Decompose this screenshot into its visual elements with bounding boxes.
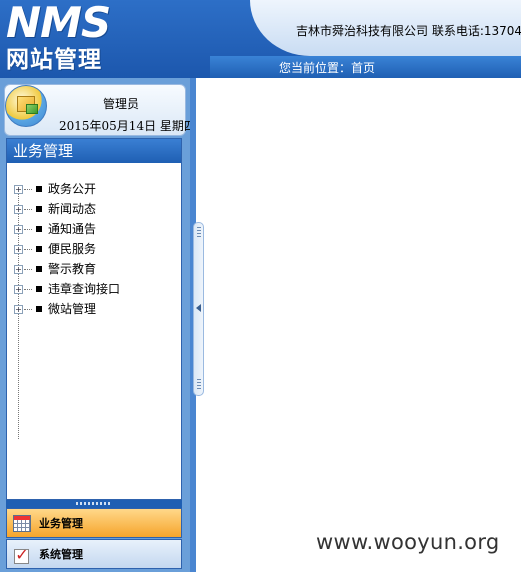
breadcrumb-label: 您当前位置： <box>279 61 352 75</box>
tree-item-label[interactable]: 政务公开 <box>48 182 96 196</box>
nav-system-label: 系统管理 <box>39 548 83 561</box>
expand-icon[interactable]: + <box>14 205 23 214</box>
tree-item-label[interactable]: 便民服务 <box>48 242 96 256</box>
tree-item-news[interactable]: + 新闻动态 <box>12 199 120 219</box>
grip-dots-icon <box>197 379 201 389</box>
tree-item-label[interactable]: 警示教育 <box>48 262 96 276</box>
tree-item-microsite[interactable]: + 微站管理 <box>12 299 120 319</box>
expand-icon[interactable]: + <box>14 265 23 274</box>
breadcrumb: 您当前位置：首页 <box>279 59 375 76</box>
checklist-icon: ✓ <box>13 546 31 564</box>
watermark-text: www.wooyun.org <box>316 530 500 554</box>
tree-item-label[interactable]: 新闻动态 <box>48 202 96 216</box>
company-contact: 吉林市舜治科技有限公司 联系电话:13704311 <box>296 24 521 38</box>
tree-item-notice[interactable]: + 通知通告 <box>12 219 120 239</box>
tree-item-label[interactable]: 违章查询接口 <box>48 282 120 296</box>
tree-connector <box>24 189 32 190</box>
grip-dots-icon <box>197 227 201 237</box>
cube-small-icon <box>26 104 38 114</box>
bullet-icon <box>36 206 42 212</box>
expand-icon[interactable]: + <box>14 185 23 194</box>
expand-icon[interactable]: + <box>14 285 23 294</box>
bullet-icon <box>36 226 42 232</box>
tree-item-education[interactable]: + 警示教育 <box>12 259 120 279</box>
main-content <box>204 78 521 572</box>
tree-item-services[interactable]: + 便民服务 <box>12 239 120 259</box>
tree-item-violation-query[interactable]: + 违章查询接口 <box>12 279 120 299</box>
tree-item-zhengwu[interactable]: + 政务公开 <box>12 179 120 199</box>
menu-tree: + 政务公开 + 新闻动态 + 通知通告 + 便民服务 + 警示教育 + 违章查… <box>12 179 120 319</box>
nav-system-button[interactable]: ✓ 系统管理 <box>6 539 182 569</box>
tree-item-label[interactable]: 通知通告 <box>48 222 96 236</box>
calendar-icon <box>13 515 31 532</box>
nav-business-label: 业务管理 <box>39 517 83 530</box>
breadcrumb-home-link[interactable]: 首页 <box>351 61 375 75</box>
collapse-arrow-icon <box>196 304 201 312</box>
tree-connector <box>24 289 32 290</box>
bullet-icon <box>36 186 42 192</box>
panel-title: 业务管理 <box>7 139 181 163</box>
tree-connector <box>24 269 32 270</box>
collapse-sidebar-handle[interactable] <box>193 222 204 396</box>
expand-icon[interactable]: + <box>14 305 23 314</box>
tree-connector <box>24 309 32 310</box>
tree-connector <box>24 209 32 210</box>
bullet-icon <box>36 246 42 252</box>
expand-icon[interactable]: + <box>14 225 23 234</box>
bullet-icon <box>36 266 42 272</box>
tree-connector <box>24 229 32 230</box>
panel-resize-grip[interactable] <box>6 500 182 508</box>
grip-dots-icon <box>76 502 112 505</box>
tree-connector <box>24 249 32 250</box>
nav-business-button[interactable]: 业务管理 <box>6 508 182 538</box>
expand-icon[interactable]: + <box>14 245 23 254</box>
current-date: 2015年05月14日 星期四 <box>59 119 196 133</box>
user-avatar-icon <box>5 85 47 127</box>
tree-item-label[interactable]: 微站管理 <box>48 302 96 316</box>
user-role: 管理员 <box>103 97 140 111</box>
header: NMS 网站管理 吉林市舜治科技有限公司 联系电话:13704311 您当前位置… <box>0 0 521 78</box>
user-info-box: 管理员 2015年05月14日 星期四 <box>4 84 196 136</box>
left-sidebar: 管理员 2015年05月14日 星期四 业务管理 + 政务公开 + 新闻动态 +… <box>0 78 196 572</box>
business-panel: 业务管理 + 政务公开 + 新闻动态 + 通知通告 + 便民服务 + 警示教育 <box>6 138 182 500</box>
bullet-icon <box>36 286 42 292</box>
logo-subtitle: 网站管理 <box>6 47 102 73</box>
bullet-icon <box>36 306 42 312</box>
